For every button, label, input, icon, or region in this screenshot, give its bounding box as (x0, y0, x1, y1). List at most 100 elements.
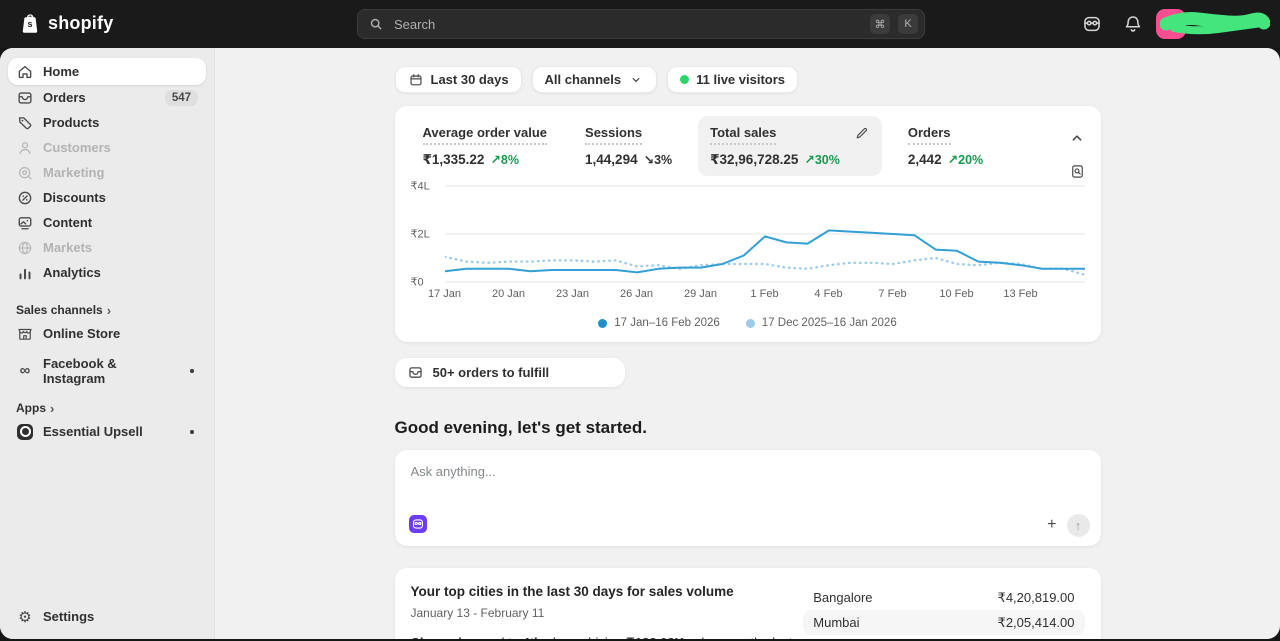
search-icon (368, 16, 384, 32)
sidebar-item-markets[interactable]: Markets (8, 235, 206, 260)
customers-icon (16, 139, 34, 157)
analytics-icon (16, 264, 34, 282)
chart-legend: 17 Jan–16 Feb 2026 17 Dec 2025–16 Jan 202… (411, 317, 1085, 329)
city-name: Bangalore (813, 590, 872, 605)
insight-segment: place, driving (542, 635, 626, 639)
products-icon (16, 114, 34, 132)
legend-item: 17 Jan–16 Feb 2026 (598, 317, 720, 329)
metric-tile-total-sales[interactable]: Total sales₹32,96,728.25↗30% (698, 116, 882, 176)
sidebar-item-label: Home (43, 64, 79, 79)
orders-inbox-icon (407, 364, 424, 381)
x-axis-tick: 13 Feb (1003, 288, 1037, 300)
metric-tile-orders[interactable]: Orders2,442↗20% (896, 116, 995, 176)
search-input[interactable] (392, 16, 862, 33)
top-cities-card: Your top cities in the last 30 days for … (395, 568, 1101, 639)
sidebar-item-home[interactable]: Home (8, 58, 206, 85)
ask-anything-input[interactable] (409, 463, 1091, 480)
metric-value: ₹1,335.22 (423, 152, 485, 168)
insight-segment: 4th (523, 635, 543, 639)
ask-send-button[interactable]: ↑ (1067, 514, 1090, 537)
x-axis-tick: 23 Jan (556, 288, 589, 300)
sidebar-item-products[interactable]: Products (8, 110, 206, 135)
sidebar-main-nav: Home Orders547 Products Customers Marketing D… (8, 58, 206, 285)
x-axis-tick: 29 Jan (684, 288, 717, 300)
metric-delta: ↗20% (948, 152, 984, 167)
sidebar-item-essential-upsell[interactable]: Essential Upsell (8, 419, 206, 444)
view-report-icon[interactable] (1069, 163, 1086, 180)
collapse-chevron-up-icon[interactable] (1068, 129, 1086, 147)
sidekick-purple-icon (409, 515, 427, 533)
notification-dot (190, 430, 194, 434)
sidebar-header-sales-channels[interactable]: Sales channels› (8, 299, 206, 321)
orders-count-badge: 547 (165, 90, 198, 106)
discounts-icon (16, 189, 34, 207)
metric-value: 1,44,294 (585, 152, 638, 167)
live-visitors-dot (680, 75, 689, 84)
x-axis-tick: 4 Feb (814, 288, 842, 300)
analytics-overview-card: Average order value₹1,335.22↗8%Sessions1… (395, 106, 1101, 342)
shopify-logo[interactable]: s shopify (18, 11, 113, 35)
metric-delta: ↗8% (490, 152, 519, 167)
metric-delta: ↘3% (644, 152, 673, 167)
meta-icon: ∞ (16, 362, 34, 380)
topbar: s shopify ⌘ K (0, 0, 1280, 48)
sidebar-item-facebook-instagram[interactable]: ∞Facebook & Instagram (8, 358, 206, 383)
metric-tile-average-order-value[interactable]: Average order value₹1,335.22↗8% (411, 116, 560, 176)
marketing-icon (16, 164, 34, 182)
sidebar: Home Orders547 Products Customers Marketing D… (0, 48, 215, 639)
sidebar-item-label: Discounts (43, 190, 106, 205)
sidebar-item-customers[interactable]: Customers (8, 135, 206, 160)
chevron-right-icon: › (50, 401, 54, 416)
shopify-wordmark: shopify (48, 13, 113, 34)
sidebar-item-discounts[interactable]: Discounts (8, 185, 206, 210)
workspace: Home Orders547 Products Customers Marketing D… (0, 48, 1280, 639)
metric-delta: ↗30% (804, 152, 840, 167)
sidebar-item-label: Content (43, 215, 92, 230)
live-visitors-button[interactable]: 11 live visitors (667, 66, 798, 93)
notification-dot (190, 369, 194, 373)
city-sales-value: ₹4,20,819.00 (998, 590, 1075, 606)
y-axis-tick: ₹2L (411, 228, 430, 241)
chevron-down-icon (628, 72, 644, 88)
sidebar-item-label: Analytics (43, 265, 101, 280)
channels-dropdown[interactable]: All channels (532, 66, 658, 93)
date-range-button[interactable]: Last 30 days (395, 66, 522, 93)
legend-dot (598, 319, 607, 328)
sidebar-item-label: Essential Upsell (43, 424, 143, 439)
legend-item: 17 Dec 2025–16 Jan 2026 (746, 317, 897, 329)
sidebar-item-label: Markets (43, 240, 92, 255)
legend-label: 17 Jan–16 Feb 2026 (614, 317, 720, 329)
sidebar-item-label: Marketing (43, 165, 104, 180)
sidebar-item-label: Online Store (43, 326, 120, 341)
sidebar-item-analytics[interactable]: Analytics (8, 260, 206, 285)
ask-add-button[interactable]: + (1047, 517, 1056, 533)
sidebar-item-settings[interactable]: ⚙ Settings (8, 604, 206, 629)
sidebar-item-content[interactable]: Content (8, 210, 206, 235)
sidebar-item-orders[interactable]: Orders547 (8, 85, 206, 110)
legend-dot (746, 319, 755, 328)
metric-label: Sessions (585, 125, 642, 145)
sidebar-item-online-store[interactable]: Online Store (8, 321, 206, 346)
y-axis-tick: ₹4L (411, 180, 430, 193)
sidekick-icon[interactable] (1081, 13, 1103, 35)
sidebar-item-marketing[interactable]: Marketing (8, 160, 206, 185)
sidebar-item-label: Customers (43, 140, 111, 155)
store-avatar[interactable] (1156, 9, 1186, 39)
top-cities-insight: Chennai moved to 4th place, driving ₹128… (411, 633, 803, 639)
notifications-bell-icon[interactable] (1122, 13, 1144, 35)
metric-tile-sessions[interactable]: Sessions 1,44,294 ↘3% (573, 116, 684, 176)
orders-to-fulfill-button[interactable]: 50+ orders to fulfill (395, 358, 625, 387)
insight-segment: ₹128.03K (626, 635, 684, 639)
city-sales-value: ₹2,05,414.00 (998, 615, 1075, 631)
global-search[interactable]: ⌘ K (357, 9, 925, 39)
svg-text:s: s (27, 19, 32, 29)
y-axis-tick: ₹0 (411, 276, 424, 289)
sidebar-header-apps[interactable]: Apps› (8, 397, 206, 419)
legend-label: 17 Dec 2025–16 Jan 2026 (762, 317, 897, 329)
edit-pencil-icon[interactable] (854, 125, 870, 141)
sidebar-item-label: Products (43, 115, 99, 130)
markets-icon (16, 239, 34, 257)
city-name: Mumbai (813, 615, 859, 630)
ask-anything-card: + ↑ (395, 450, 1101, 546)
filter-row: Last 30 days All channels 11 live visito… (395, 66, 1101, 93)
